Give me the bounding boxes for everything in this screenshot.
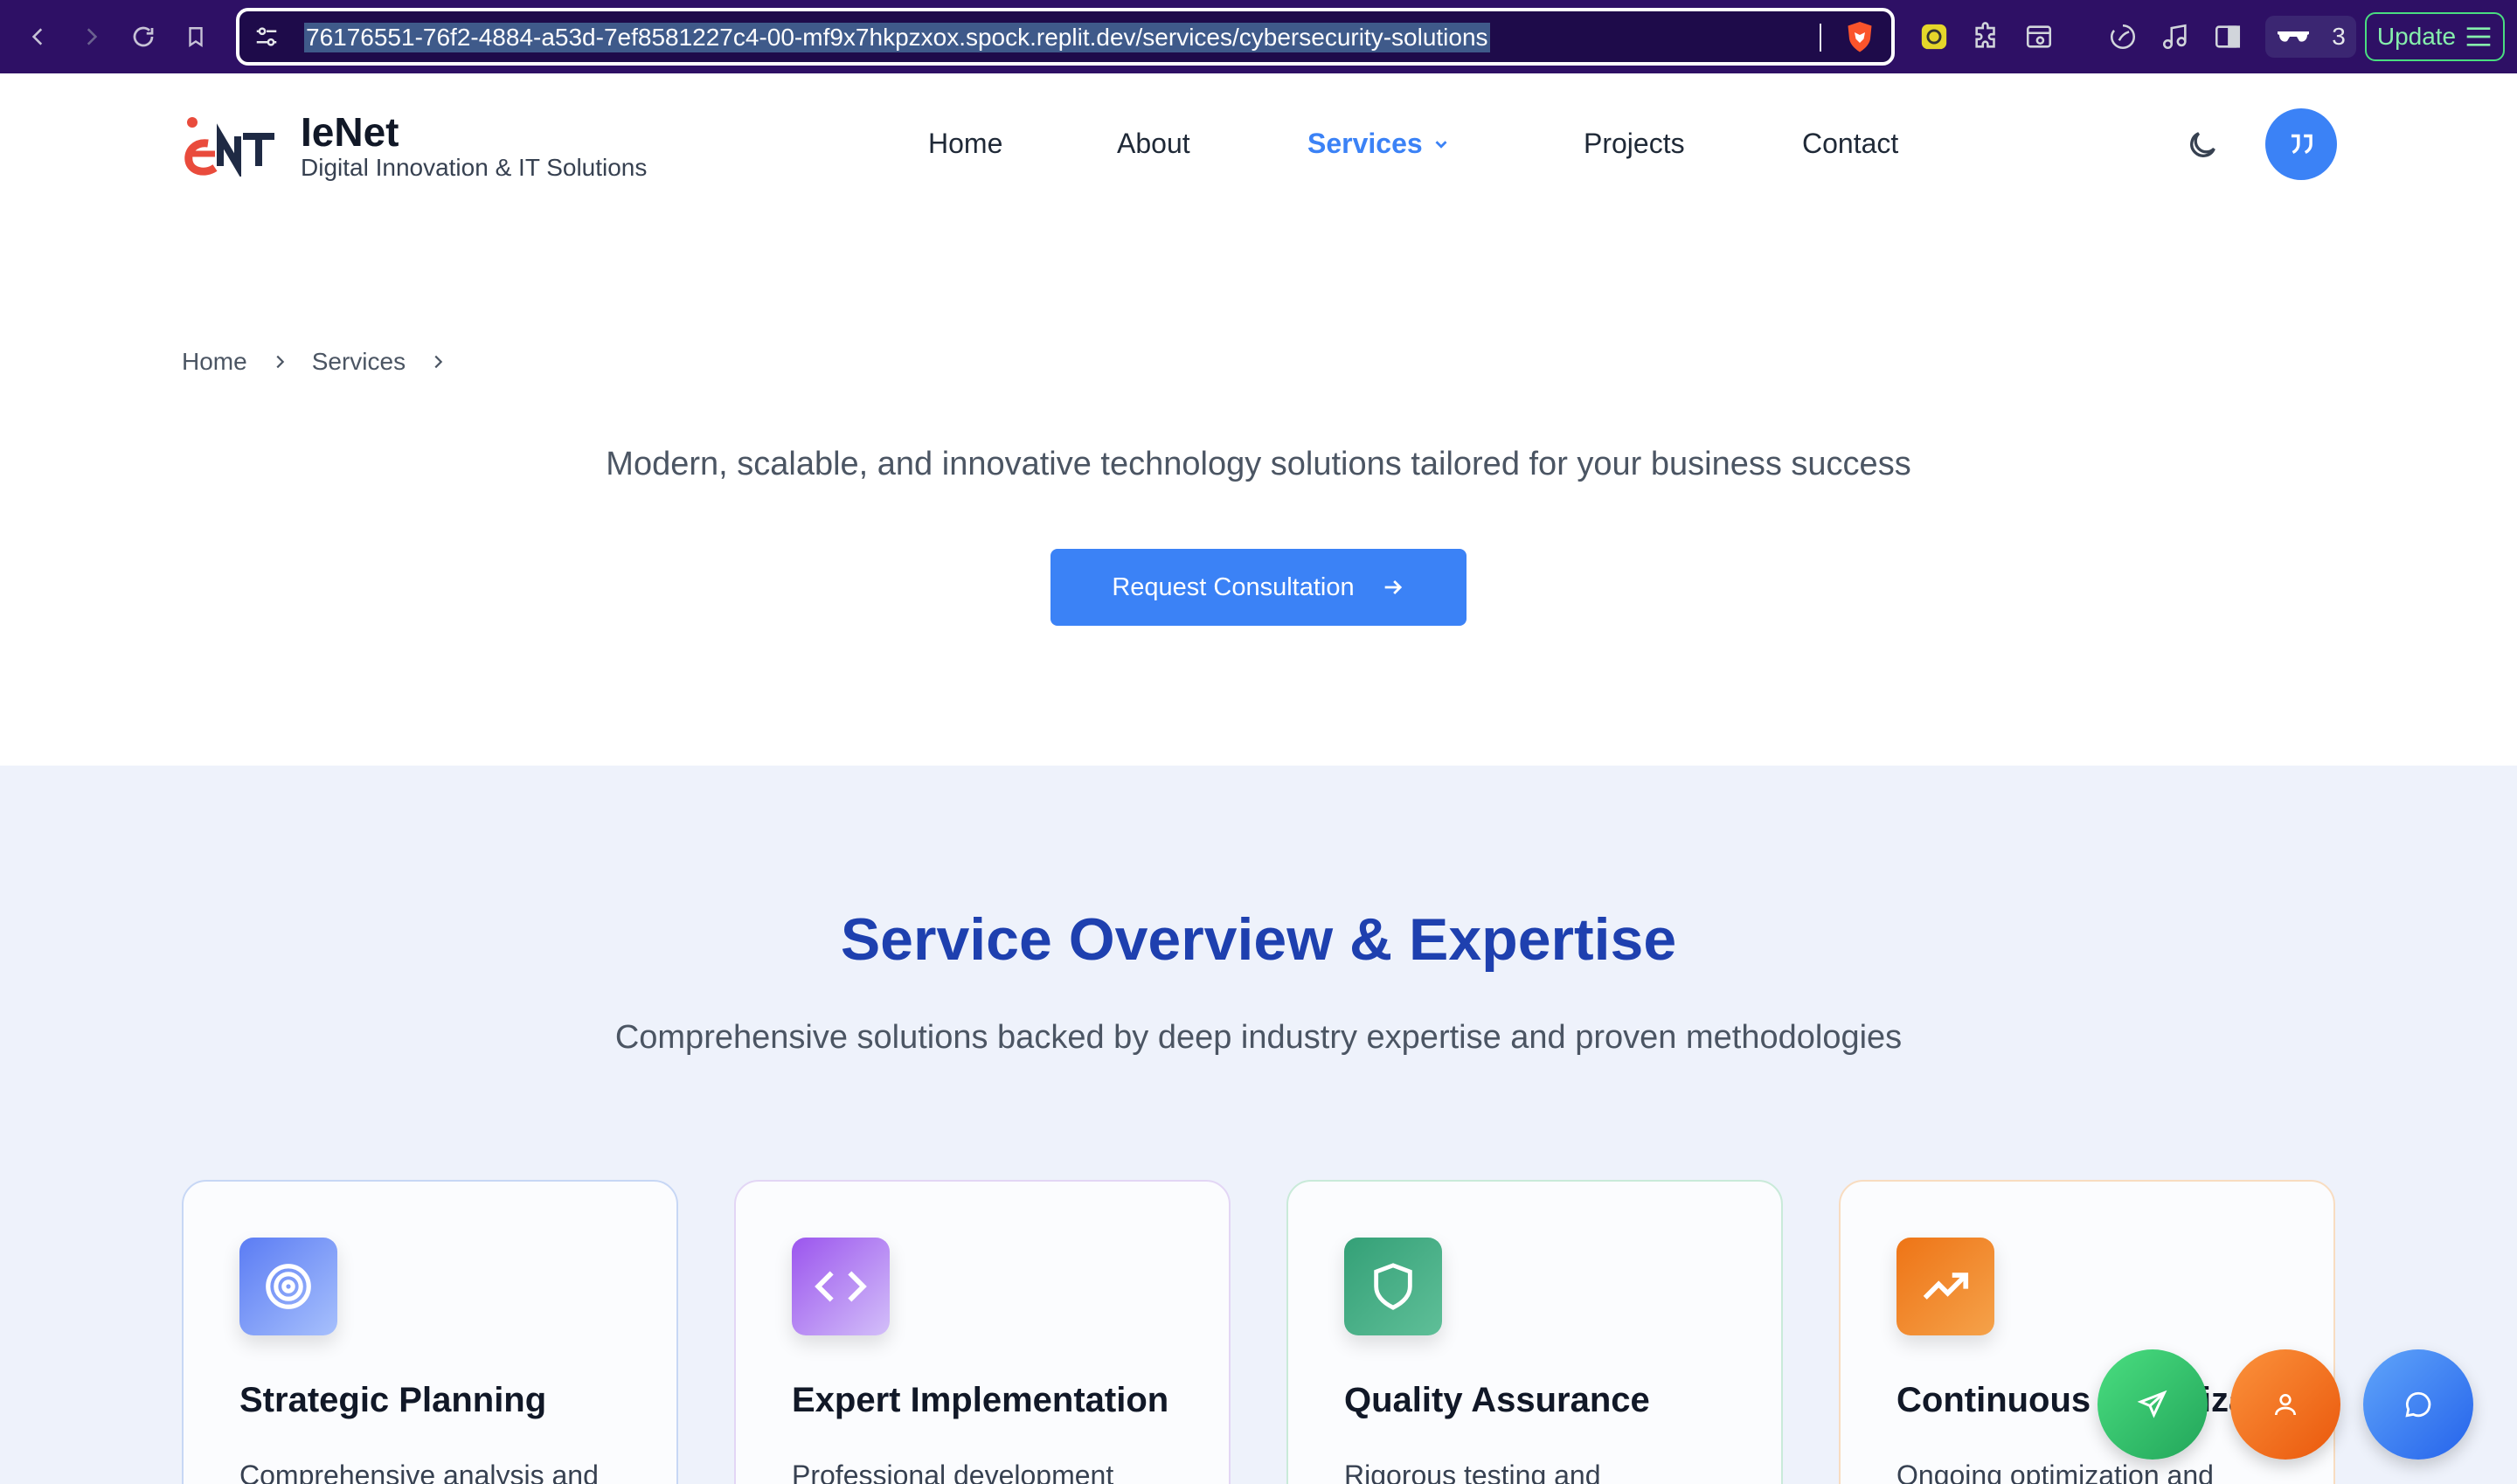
back-icon[interactable] <box>17 16 59 58</box>
chevron-down-icon <box>1435 140 1447 149</box>
chevron-right-icon <box>276 355 284 369</box>
glasses-icon <box>2278 31 2310 42</box>
send-message-fab[interactable] <box>2098 1349 2208 1460</box>
browser-toolbar: 76176551-76f2-4884-a53d-7ef8581227c4-00-… <box>0 0 2517 73</box>
brand-tagline: Digital Innovation & IT Solutions <box>301 154 648 181</box>
sidebar-icon[interactable] <box>2209 18 2246 55</box>
update-button[interactable]: Update <box>2365 12 2505 61</box>
brand-name[interactable]: IeNet <box>301 108 399 156</box>
address-bar[interactable]: 76176551-76f2-4884-a53d-7ef8581227c4-00-… <box>236 8 1895 66</box>
nav-services-label: Services <box>1307 128 1423 159</box>
breadcrumb: Home Services <box>182 348 447 376</box>
site-settings-icon[interactable] <box>253 24 280 50</box>
private-profile-button[interactable]: 3 <box>2265 16 2356 58</box>
ienet-logo[interactable] <box>182 114 278 177</box>
url-text[interactable]: 76176551-76f2-4884-a53d-7ef8581227c4-00-… <box>304 23 1490 52</box>
shield-icon <box>1374 1263 1412 1310</box>
breadcrumb-services[interactable]: Services <box>312 348 406 376</box>
trending-up-icon <box>1923 1272 1969 1300</box>
target-icon <box>266 1264 311 1309</box>
contact-person-fab[interactable] <box>2230 1349 2340 1460</box>
brave-shield-icon[interactable] <box>1844 20 1876 55</box>
section-subtitle: Comprehensive solutions backed by deep i… <box>614 1019 1903 1056</box>
card-description: Professional development <box>792 1460 1114 1484</box>
forward-icon[interactable] <box>70 16 112 58</box>
bookmark-icon[interactable] <box>175 16 217 58</box>
extensions-puzzle-icon[interactable] <box>1968 18 2005 55</box>
arrow-right-icon <box>1384 580 1402 594</box>
code-icon <box>815 1271 867 1302</box>
cta-label: Request Consultation <box>1112 572 1355 601</box>
card-strategic-planning[interactable]: Strategic Planning Comprehensive analysi… <box>182 1180 678 1484</box>
chat-icon <box>2405 1391 2431 1418</box>
target-icon-box <box>239 1238 337 1335</box>
leo-ai-icon[interactable] <box>2104 18 2141 55</box>
moon-icon[interactable] <box>2185 128 2220 163</box>
music-icon[interactable] <box>2157 18 2194 55</box>
profile-count: 3 <box>2332 23 2346 50</box>
update-label: Update <box>2376 23 2457 50</box>
screenshot-icon[interactable] <box>2021 18 2057 55</box>
card-expert-implementation[interactable]: Expert Implementation Professional devel… <box>734 1180 1231 1484</box>
card-quality-assurance[interactable]: Quality Assurance Rigorous testing and <box>1286 1180 1783 1484</box>
request-consultation-button[interactable]: Request Consultation <box>1050 549 1467 626</box>
chat-fab[interactable] <box>2363 1349 2473 1460</box>
divider <box>1820 24 1821 52</box>
card-title: Strategic Planning <box>239 1381 547 1419</box>
quote-icon <box>2291 134 2312 155</box>
menu-icon <box>2466 27 2491 46</box>
trending-up-icon-box <box>1896 1238 1994 1335</box>
quote-button[interactable] <box>2265 108 2337 180</box>
nav-home[interactable]: Home <box>928 128 1002 160</box>
nav-projects[interactable]: Projects <box>1584 128 1685 160</box>
card-description: Rigorous testing and <box>1344 1460 1601 1484</box>
card-title: Expert Implementation <box>792 1381 1169 1419</box>
hero-subtitle: Modern, scalable, and innovative technol… <box>606 446 1911 482</box>
nav-services[interactable]: Services <box>1307 128 1451 160</box>
extension-yellow-icon[interactable] <box>1916 18 1952 55</box>
card-title: Quality Assurance <box>1344 1381 1650 1419</box>
nav-about[interactable]: About <box>1117 128 1190 160</box>
nav-contact[interactable]: Contact <box>1802 128 1898 160</box>
shield-icon-box <box>1344 1238 1442 1335</box>
section-title: Service Overview & Expertise <box>840 906 1677 973</box>
site-header: IeNet Digital Innovation & IT Solutions … <box>0 73 2517 213</box>
reload-icon[interactable] <box>122 16 164 58</box>
user-icon <box>2275 1394 2296 1416</box>
breadcrumb-home[interactable]: Home <box>182 348 247 376</box>
card-description: Comprehensive analysis and <box>239 1460 599 1484</box>
code-icon-box <box>792 1238 890 1335</box>
send-icon <box>2137 1390 2167 1418</box>
chevron-right-icon <box>434 355 443 369</box>
card-description: Ongoing optimization and <box>1896 1460 2214 1484</box>
